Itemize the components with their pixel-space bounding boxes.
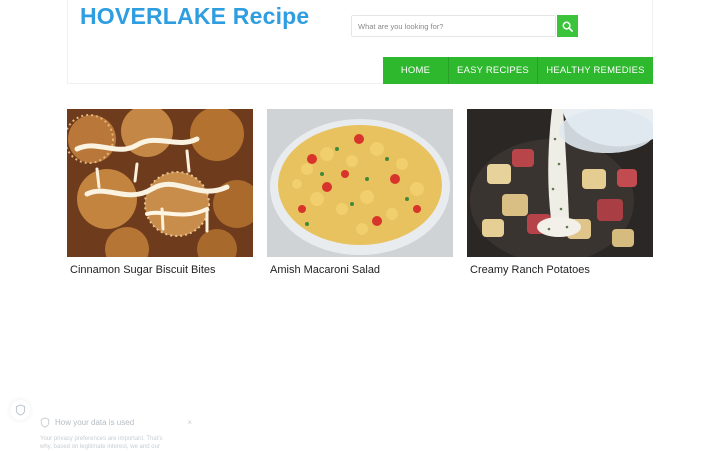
recipe-image-macaroni-salad[interactable] xyxy=(267,109,453,257)
recipe-card[interactable]: Cinnamon Sugar Biscuit Bites xyxy=(67,109,253,276)
recipe-title[interactable]: Amish Macaroni Salad xyxy=(270,264,453,276)
privacy-notice-text: Your privacy preferences are important. … xyxy=(40,436,163,450)
search-button[interactable] xyxy=(557,15,578,37)
search-input[interactable] xyxy=(351,15,556,37)
nav-item-easy-recipes[interactable]: EASY RECIPES xyxy=(449,57,538,84)
site-logo-title[interactable]: HOVERLAKE Recipe xyxy=(80,3,309,30)
nav-item-home[interactable]: HOME xyxy=(383,57,449,84)
close-icon[interactable]: × xyxy=(187,418,192,427)
privacy-notice: How your data is used × Your privacy pre… xyxy=(40,414,200,451)
privacy-notice-header: How your data is used × xyxy=(40,414,200,430)
main-nav: HOME EASY RECIPES HEALTHY REMEDIES xyxy=(383,57,653,84)
privacy-notice-title: How your data is used xyxy=(55,417,135,427)
search-icon xyxy=(562,21,573,32)
shield-icon xyxy=(15,404,25,416)
nav-item-healthy-remedies[interactable]: HEALTHY REMEDIES xyxy=(538,57,653,84)
recipe-image-cinnamon-bites[interactable] xyxy=(67,109,253,257)
privacy-settings-button[interactable] xyxy=(10,400,30,420)
search-bar xyxy=(351,15,578,37)
recipe-card[interactable]: Amish Macaroni Salad xyxy=(267,109,453,276)
recipe-title[interactable]: Creamy Ranch Potatoes xyxy=(470,264,653,276)
shield-icon xyxy=(40,416,50,428)
recipe-title[interactable]: Cinnamon Sugar Biscuit Bites xyxy=(70,264,253,276)
recipe-image-ranch-potatoes[interactable] xyxy=(467,109,653,257)
recipe-card[interactable]: Creamy Ranch Potatoes xyxy=(467,109,653,276)
